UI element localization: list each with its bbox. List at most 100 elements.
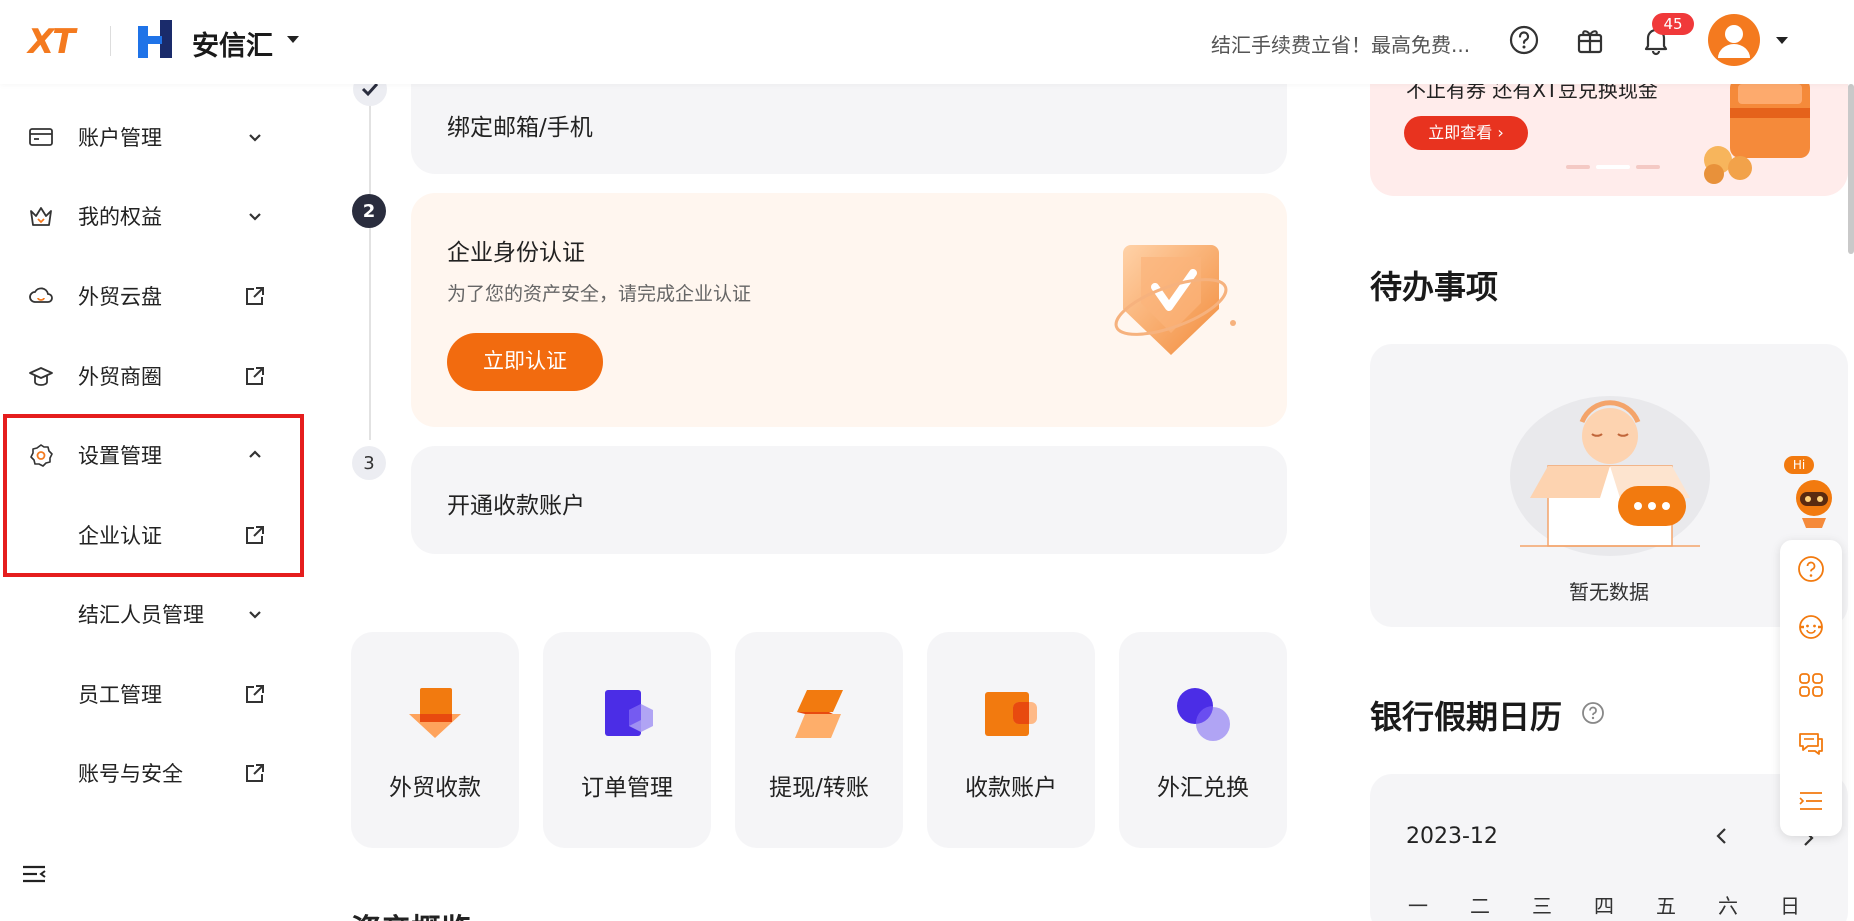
sidebar-item-label: 员工管理 (78, 683, 162, 707)
gift-icon[interactable] (1574, 24, 1606, 56)
logo-divider (110, 26, 111, 56)
transfer-icon (795, 690, 843, 738)
step-3-title: 开通收款账户 (447, 493, 585, 519)
asset-overview-title: 资产概览 (351, 905, 471, 921)
receive-payment-icon (409, 688, 461, 738)
chevron-down-icon (249, 611, 261, 619)
external-link-icon (246, 764, 264, 782)
sidebar-subitem-employee-management[interactable]: 员工管理 (0, 664, 300, 724)
user-silhouette-icon (1718, 25, 1750, 58)
quick-action-label: 收款账户 (965, 775, 1057, 801)
verify-now-button[interactable]: 立即认证 (447, 333, 603, 391)
chevron-down-icon (249, 134, 261, 142)
steps-connector-line (369, 90, 371, 440)
calendar-month-label: 2023-12 (1406, 824, 1498, 849)
sidebar-item-label: 结汇人员管理 (78, 603, 204, 627)
step-1-title: 绑定邮箱/手机 (447, 115, 593, 141)
treasure-chest-illustration-icon (1704, 78, 1810, 184)
sidebar-item-settings[interactable]: 设置管理 (0, 425, 300, 485)
gear-icon (30, 444, 53, 467)
order-icon (605, 690, 653, 736)
banner-view-now-button[interactable]: 立即查看 › (1404, 116, 1528, 150)
step-3-badge: 3 (352, 446, 386, 480)
graduation-cap-icon (29, 367, 53, 386)
weekday-label: 日 (1780, 894, 1800, 918)
external-link-icon (246, 287, 264, 305)
top-header: XT 安信汇 结汇手续费立省！最高免费... 45 (0, 0, 1854, 84)
weekday-label: 四 (1594, 894, 1614, 918)
quick-action-collection-account[interactable]: 收款账户 (927, 632, 1095, 848)
help-circle-icon[interactable] (1508, 24, 1540, 56)
sidebar-item-label: 账号与安全 (78, 762, 183, 786)
step-2-card: 企业身份认证 为了您的资产安全，请完成企业认证 立即认证 (411, 193, 1287, 427)
step-2-title: 企业身份认证 (447, 240, 585, 266)
sidebar-item-label: 账户管理 (78, 126, 162, 150)
assistant-hi-badge: Hi (1784, 456, 1814, 474)
brand-caret-down-icon[interactable] (287, 36, 299, 43)
step-1-card: 绑定邮箱/手机 (411, 84, 1287, 174)
quick-action-order-management[interactable]: 订单管理 (543, 632, 711, 848)
sidebar-item-my-benefits[interactable]: 我的权益 (0, 186, 300, 246)
sidebar-item-label: 外贸商圈 (78, 365, 162, 389)
todo-card: 暂无数据 (1370, 344, 1848, 627)
todo-section-title: 待办事项 (1370, 268, 1499, 306)
avatar-caret-down-icon[interactable] (1776, 37, 1788, 44)
help-circle-icon[interactable] (1796, 554, 1826, 584)
external-link-icon (246, 526, 264, 544)
crown-icon (30, 207, 52, 226)
quick-action-label: 外贸收款 (389, 775, 481, 801)
assistant-robot[interactable]: Hi (1780, 450, 1842, 530)
page-scrollbar[interactable] (1848, 84, 1854, 254)
weekday-label: 二 (1470, 894, 1490, 918)
chevron-up-icon (249, 450, 261, 458)
sidebar-item-trade-circle[interactable]: 外贸商圈 (0, 346, 300, 406)
banner-pagination[interactable] (1566, 154, 1666, 173)
chevron-left-icon[interactable] (1710, 824, 1734, 848)
weekday-label: 六 (1718, 894, 1738, 918)
sidebar-item-label: 设置管理 (78, 444, 162, 468)
sidebar-item-account-management[interactable]: 账户管理 (0, 107, 300, 167)
robot-mascot-icon (1796, 480, 1832, 528)
help-circle-icon[interactable] (1581, 701, 1605, 725)
step-3-card: 开通收款账户 (411, 446, 1287, 554)
user-avatar[interactable] (1708, 14, 1760, 66)
menu-list-icon[interactable] (1796, 786, 1826, 816)
calendar-card: 2023-12 一 二 三 四 五 六 日 (1370, 774, 1848, 921)
floating-toolbar (1780, 540, 1842, 836)
empty-box-illustration-icon (1510, 396, 1710, 556)
quick-action-receive-payment[interactable]: 外贸收款 (351, 632, 519, 848)
weekday-label: 三 (1532, 894, 1552, 918)
notification-badge[interactable]: 45 (1652, 13, 1694, 35)
collapse-menu-icon[interactable] (20, 860, 48, 888)
sidebar-item-label: 企业认证 (78, 524, 162, 548)
step-2-badge: 2 (352, 194, 386, 228)
calendar-section-title: 银行假期日历 (1370, 698, 1563, 736)
weekday-label: 一 (1408, 894, 1428, 918)
chevron-down-icon (249, 213, 261, 221)
grid-apps-icon[interactable] (1796, 670, 1826, 700)
card-icon (29, 128, 53, 146)
quick-action-label: 外汇兑换 (1157, 775, 1249, 801)
chat-bubble-icon[interactable] (1796, 728, 1826, 758)
step-2-subtitle: 为了您的资产安全，请完成企业认证 (447, 283, 752, 305)
sidebar-subitem-enterprise-verification[interactable]: 企业认证 (0, 505, 300, 565)
quick-action-withdraw-transfer[interactable]: 提现/转账 (735, 632, 903, 848)
promo-text[interactable]: 结汇手续费立省！最高免费... (1211, 29, 1470, 58)
external-link-icon (246, 367, 264, 385)
sidebar-item-label: 外贸云盘 (78, 285, 162, 309)
weekday-label: 五 (1656, 894, 1676, 918)
customer-service-icon[interactable] (1796, 612, 1826, 642)
quick-action-label: 提现/转账 (769, 775, 869, 801)
sidebar-item-cloud-drive[interactable]: 外贸云盘 (0, 266, 300, 326)
shield-check-illustration-icon (1114, 245, 1236, 355)
quick-action-label: 订单管理 (581, 775, 673, 801)
quick-action-fx-exchange[interactable]: 外汇兑换 (1119, 632, 1287, 848)
anxinhui-logo-icon[interactable] (138, 20, 172, 58)
brand-name[interactable]: 安信汇 (192, 24, 273, 63)
sidebar-subitem-settlement-personnel[interactable]: 结汇人员管理 (0, 584, 300, 644)
xt-logo[interactable]: XT (28, 22, 75, 62)
sidebar-subitem-account-security[interactable]: 账号与安全 (0, 743, 300, 803)
sidebar-item-label: 我的权益 (78, 205, 162, 229)
empty-state-text: 暂无数据 (1569, 580, 1649, 604)
cloud-icon (29, 287, 53, 303)
